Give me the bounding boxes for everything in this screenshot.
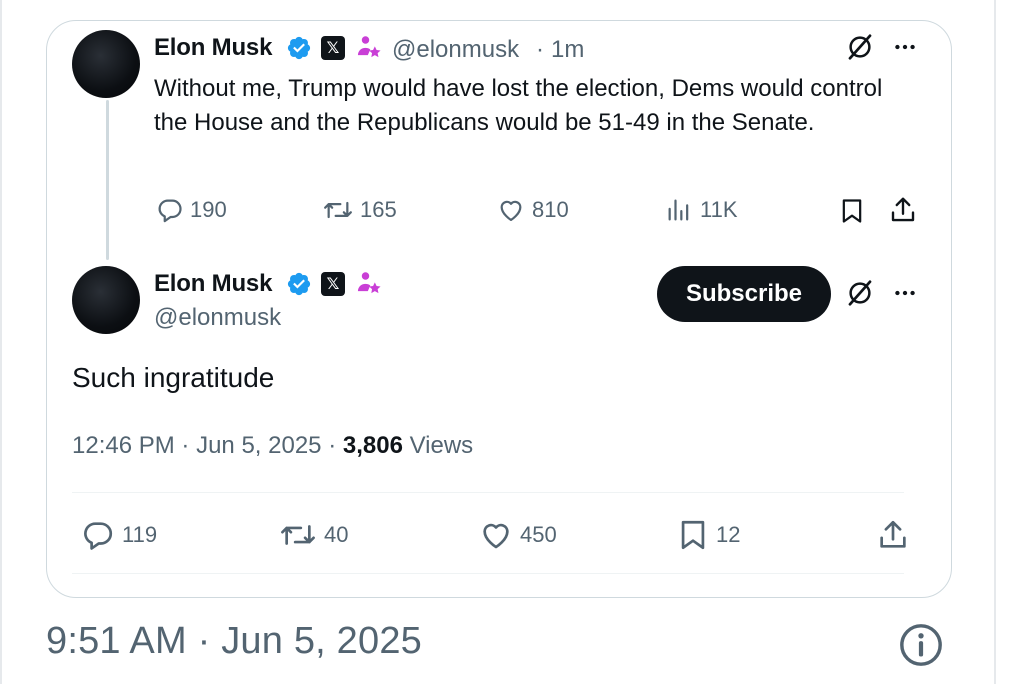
reply-button[interactable]: 190	[156, 196, 227, 224]
repost-count: 165	[360, 197, 397, 222]
meta-separator: ·	[328, 432, 337, 459]
time-ago[interactable]: 1m	[551, 36, 584, 64]
views-count: 3,806	[342, 432, 403, 459]
bookmark-button[interactable]: 12	[676, 518, 740, 552]
views-button[interactable]: 11K	[664, 196, 738, 224]
repost-count: 40	[324, 522, 349, 547]
quoted-tweet-text: Without me, Trump would have lost the el…	[154, 75, 883, 136]
views-chart-icon	[668, 199, 689, 221]
bookmark-icon	[681, 520, 705, 550]
avatar[interactable]	[72, 30, 140, 98]
author-handle[interactable]: @elonmusk	[392, 36, 519, 64]
divider	[72, 573, 904, 574]
grok-icon[interactable]	[845, 278, 875, 308]
like-count: 450	[520, 522, 557, 547]
repost-icon	[281, 525, 315, 545]
x-logo-icon: 𝕏	[321, 36, 345, 60]
repost-button[interactable]: 165	[322, 196, 397, 224]
author-name[interactable]: Elon Musk	[154, 270, 272, 298]
heart-icon	[483, 523, 509, 549]
affiliate-people-icon	[357, 36, 381, 58]
views-label: Views	[409, 432, 474, 459]
thread-connector-line	[106, 100, 109, 260]
tweet-time[interactable]: 12:46 PM	[72, 432, 175, 459]
avatar[interactable]	[72, 266, 140, 334]
repost-button[interactable]: 40	[278, 518, 348, 552]
repost-icon	[324, 201, 352, 219]
verified-badge-icon	[287, 272, 311, 296]
reply-count: 190	[190, 197, 227, 222]
author-name[interactable]: Elon Musk	[154, 34, 272, 62]
subscribe-button[interactable]: Subscribe	[657, 266, 831, 322]
grok-icon[interactable]	[845, 32, 875, 62]
x-logo-icon: 𝕏	[321, 272, 345, 296]
divider	[72, 492, 904, 493]
more-dots-icon[interactable]	[892, 280, 918, 306]
like-button[interactable]: 810	[496, 196, 569, 224]
post-timestamp[interactable]: 9:51 AM · Jun 5, 2025	[46, 620, 422, 663]
left-border	[0, 0, 2, 684]
reply-count: 119	[122, 522, 158, 547]
reply-icon	[84, 522, 113, 550]
affiliate-people-icon	[357, 272, 381, 294]
share-icon[interactable]	[888, 195, 918, 225]
share-icon[interactable]	[876, 518, 910, 552]
views-count: 11K	[700, 197, 738, 222]
more-dots-icon[interactable]	[892, 34, 918, 60]
tweet-date[interactable]: Jun 5, 2025	[196, 432, 321, 459]
bookmark-icon[interactable]	[838, 196, 866, 226]
time-separator: ·	[536, 36, 544, 63]
reply-icon	[158, 199, 182, 223]
info-icon[interactable]	[898, 622, 944, 668]
right-border	[994, 0, 996, 684]
tweet-meta: 12:46 PM · Jun 5, 2025 · 3,806 Views	[72, 432, 473, 460]
bookmark-count: 12	[716, 522, 741, 547]
author-handle[interactable]: @elonmusk	[154, 304, 281, 332]
main-tweet-text: Such ingratitude	[72, 362, 275, 393]
reply-button[interactable]: 119	[80, 518, 157, 552]
verified-badge-icon	[287, 36, 311, 60]
meta-separator: ·	[181, 432, 190, 459]
like-button[interactable]: 450	[478, 518, 557, 552]
like-count: 810	[532, 197, 569, 222]
heart-icon	[500, 200, 522, 222]
